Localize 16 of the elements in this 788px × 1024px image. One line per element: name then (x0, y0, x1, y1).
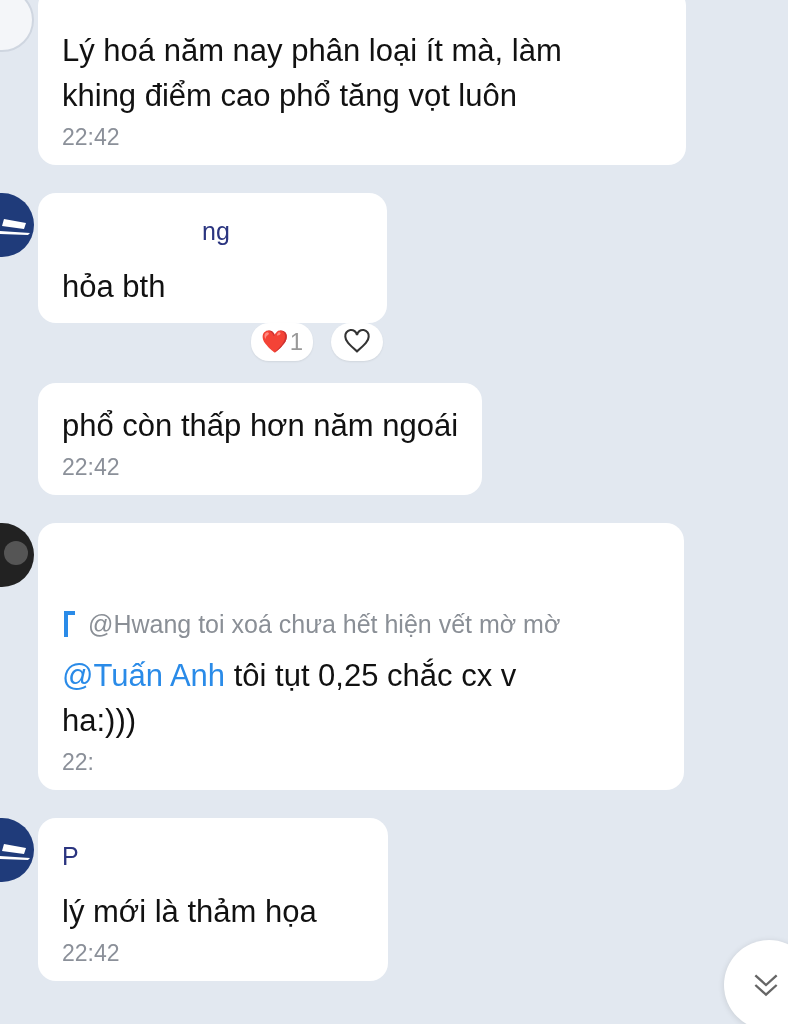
message-time: 22: (62, 749, 95, 776)
message-text: lý mới là thảm họa (62, 893, 318, 931)
message-time: 22:42 (62, 454, 121, 481)
sender-name: ng (202, 217, 231, 246)
message-time: 22:42 (62, 124, 121, 151)
mention-link[interactable]: @Tuấn Anh (62, 658, 226, 693)
message-text: hỏa bth (62, 268, 167, 306)
message-text: phổ còn thấp hơn năm ngoái (62, 407, 459, 445)
message-text: Lý hoá năm nay phân loại ít mà, làm khing điểm cao phổ tăng vọt luôn (62, 32, 563, 115)
sender-name: P (62, 842, 80, 871)
message-time: 22:42 (62, 940, 121, 967)
reaction-count[interactable]: ❤1 (250, 323, 313, 361)
reply-quote-icon (62, 609, 76, 639)
like-button[interactable] (331, 323, 383, 361)
message-text: @Tuấn Anh tôi tụt 0,25 chắc cx v ha:))) (62, 657, 518, 740)
quoted-text: @Hwang toi xoá chưa hết hiện vết mờ mờ (88, 610, 561, 639)
